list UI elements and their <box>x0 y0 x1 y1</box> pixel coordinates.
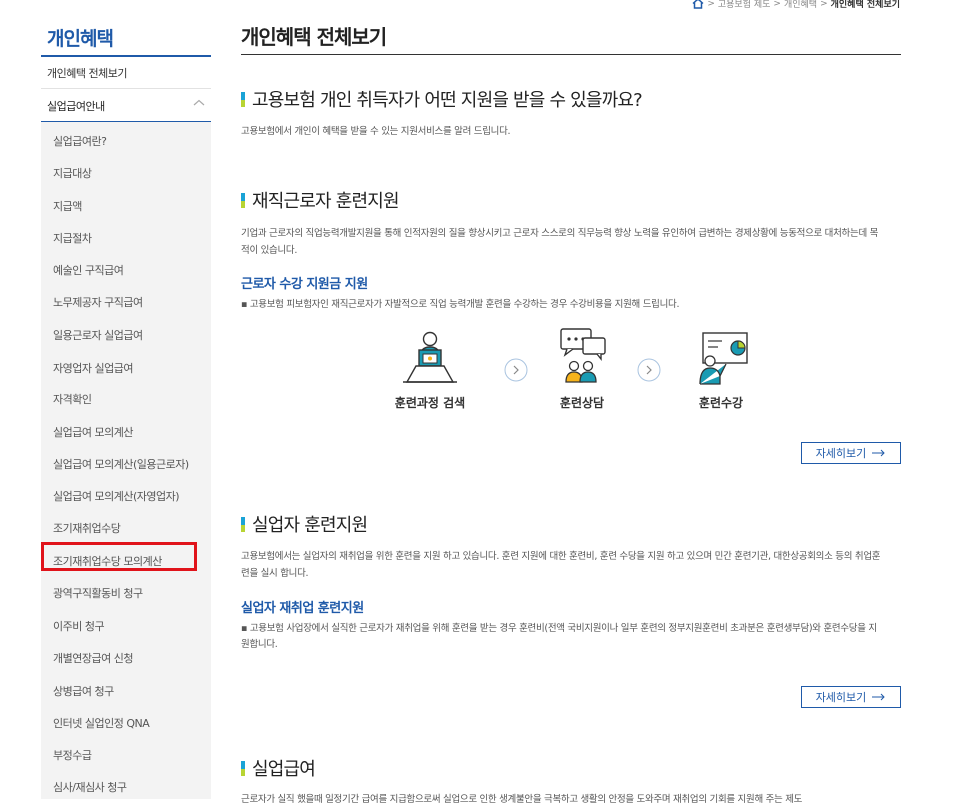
section1-bullet: ▪ 고용보험 피보험자인 재직근로자가 자발적으로 직업 능력개발 훈련을 수강… <box>241 299 680 310</box>
intro-desc: 고용보험에서 개인이 혜택을 받을 수 있는 지원서비스를 알려 드립니다. <box>241 126 511 137</box>
breadcrumb-current: 개인혜택 전체보기 <box>830 0 900 10</box>
section2-heading: 실업자 훈련지원 <box>252 515 368 536</box>
submenu-item[interactable]: 지급절차 <box>53 230 92 246</box>
arrow-right-icon <box>504 358 528 382</box>
submenu-item[interactable]: 인터넷 실업인정 QNA <box>53 715 150 731</box>
arrow-right-icon <box>872 449 886 457</box>
submenu-item[interactable]: 실업급여란? <box>53 133 107 149</box>
highlight-box <box>41 542 197 571</box>
section2-subheading: 실업자 재취업 훈련지원 <box>241 601 364 616</box>
breadcrumb-item[interactable]: 고용보험 제도 <box>718 0 771 10</box>
submenu-item[interactable]: 개별연장급여 신청 <box>53 650 133 666</box>
section-heading: 실업급여 <box>241 755 316 781</box>
step-search: 훈련과정 검색 <box>387 330 473 411</box>
section1-heading: 재직근로자 훈련지원 <box>252 191 400 212</box>
submenu-item[interactable]: 실업급여 모의계산(자영업자) <box>53 488 180 504</box>
heading-marker <box>241 192 245 208</box>
heading-marker <box>241 516 245 532</box>
arrow-right-icon <box>872 693 886 701</box>
section2-bullet: ▪ 고용보험 사업장에서 실직한 근로자가 재취업을 위해 훈련을 받는 경우 … <box>241 623 877 650</box>
submenu: 실업급여란? 지급대상 지급액 지급절차 예술인 구직급여 노무제공자 구직급여… <box>41 122 211 799</box>
arrow-right-icon <box>637 358 661 382</box>
section3-desc: 근로자가 실직 했을때 일정기간 급여를 지급함으로써 실업으로 인한 생계불안… <box>241 794 803 805</box>
step-label: 훈련수강 <box>698 396 744 410</box>
submenu-item[interactable]: 예술인 구직급여 <box>53 262 124 278</box>
intro-heading: 고용보험 개인 취득자가 어떤 지원을 받을 수 있을까요? <box>252 90 643 111</box>
more-button[interactable]: 자세히보기 <box>801 442 901 464</box>
search-training-icon <box>403 331 457 383</box>
sidebar: 개인혜택 개인혜택 전체보기 실업급여안내 실업급여란? 지급대상 지급액 지급… <box>41 0 211 799</box>
submenu-item[interactable]: 지급액 <box>53 198 82 214</box>
more-button[interactable]: 자세히보기 <box>801 686 901 708</box>
breadcrumb: > 고용보험 제도 > 개인혜택 > 개인혜택 전체보기 <box>692 0 900 10</box>
more-button-label: 자세히보기 <box>815 447 867 460</box>
submenu-item[interactable]: 심사/재심사 청구 <box>53 779 127 795</box>
page-title: 개인혜택 전체보기 <box>241 25 387 49</box>
sidebar-item-overview[interactable]: 개인혜택 전체보기 <box>47 65 127 81</box>
breadcrumb-item[interactable]: 개인혜택 <box>784 0 817 10</box>
section2-desc: 고용보험에서는 실업자의 재취업을 위한 훈련을 지원 하고 있습니다. 훈련 … <box>241 551 881 579</box>
section1-subheading: 근로자 수강 지원금 지원 <box>241 277 368 292</box>
sidebar-item-unemployment-benefits[interactable]: 실업급여안내 <box>47 98 105 114</box>
heading-marker <box>241 760 245 776</box>
section-heading: 재직근로자 훈련지원 <box>241 187 400 213</box>
submenu-item[interactable]: 실업급여 모의계산(일용근로자) <box>53 456 189 472</box>
sidebar-title: 개인혜택 <box>47 28 114 50</box>
step-label: 훈련상담 <box>559 396 605 410</box>
more-button-label: 자세히보기 <box>815 691 867 704</box>
divider <box>41 88 211 89</box>
submenu-item[interactable]: 노무제공자 구직급여 <box>53 294 143 310</box>
step-label: 훈련과정 검색 <box>394 396 466 410</box>
submenu-item[interactable]: 광역구직활동비 청구 <box>53 585 143 601</box>
submenu-item[interactable]: 지급대상 <box>53 165 92 181</box>
sidebar-title-line <box>41 55 211 57</box>
home-icon[interactable] <box>692 0 704 9</box>
consult-icon <box>560 328 606 383</box>
section-heading: 고용보험 개인 취득자가 어떤 지원을 받을 수 있을까요? <box>241 86 643 112</box>
title-divider <box>241 54 901 55</box>
step-attend: 훈련수강 <box>678 328 764 411</box>
chevron-up-icon[interactable] <box>193 98 205 108</box>
submenu-item[interactable]: 일용근로자 실업급여 <box>53 327 143 343</box>
submenu-item[interactable]: 자영업자 실업급여 <box>53 360 133 376</box>
heading-marker <box>241 91 245 107</box>
submenu-item[interactable]: 이주비 청구 <box>53 618 105 634</box>
submenu-item[interactable]: 실업급여 모의계산 <box>53 424 133 440</box>
section3-heading: 실업급여 <box>252 759 316 780</box>
lecture-icon <box>699 332 748 385</box>
section-heading: 실업자 훈련지원 <box>241 511 368 537</box>
submenu-item[interactable]: 상병급여 청구 <box>53 683 114 699</box>
submenu-item[interactable]: 자격확인 <box>53 391 92 407</box>
step-consult: 훈련상담 <box>539 326 625 411</box>
submenu-item[interactable]: 부정수급 <box>53 747 92 763</box>
section1-desc: 기업과 근로자의 직업능력개발지원을 통해 인적자원의 질을 향상시키고 근로자… <box>241 228 879 256</box>
submenu-item[interactable]: 조기재취업수당 <box>53 520 121 536</box>
